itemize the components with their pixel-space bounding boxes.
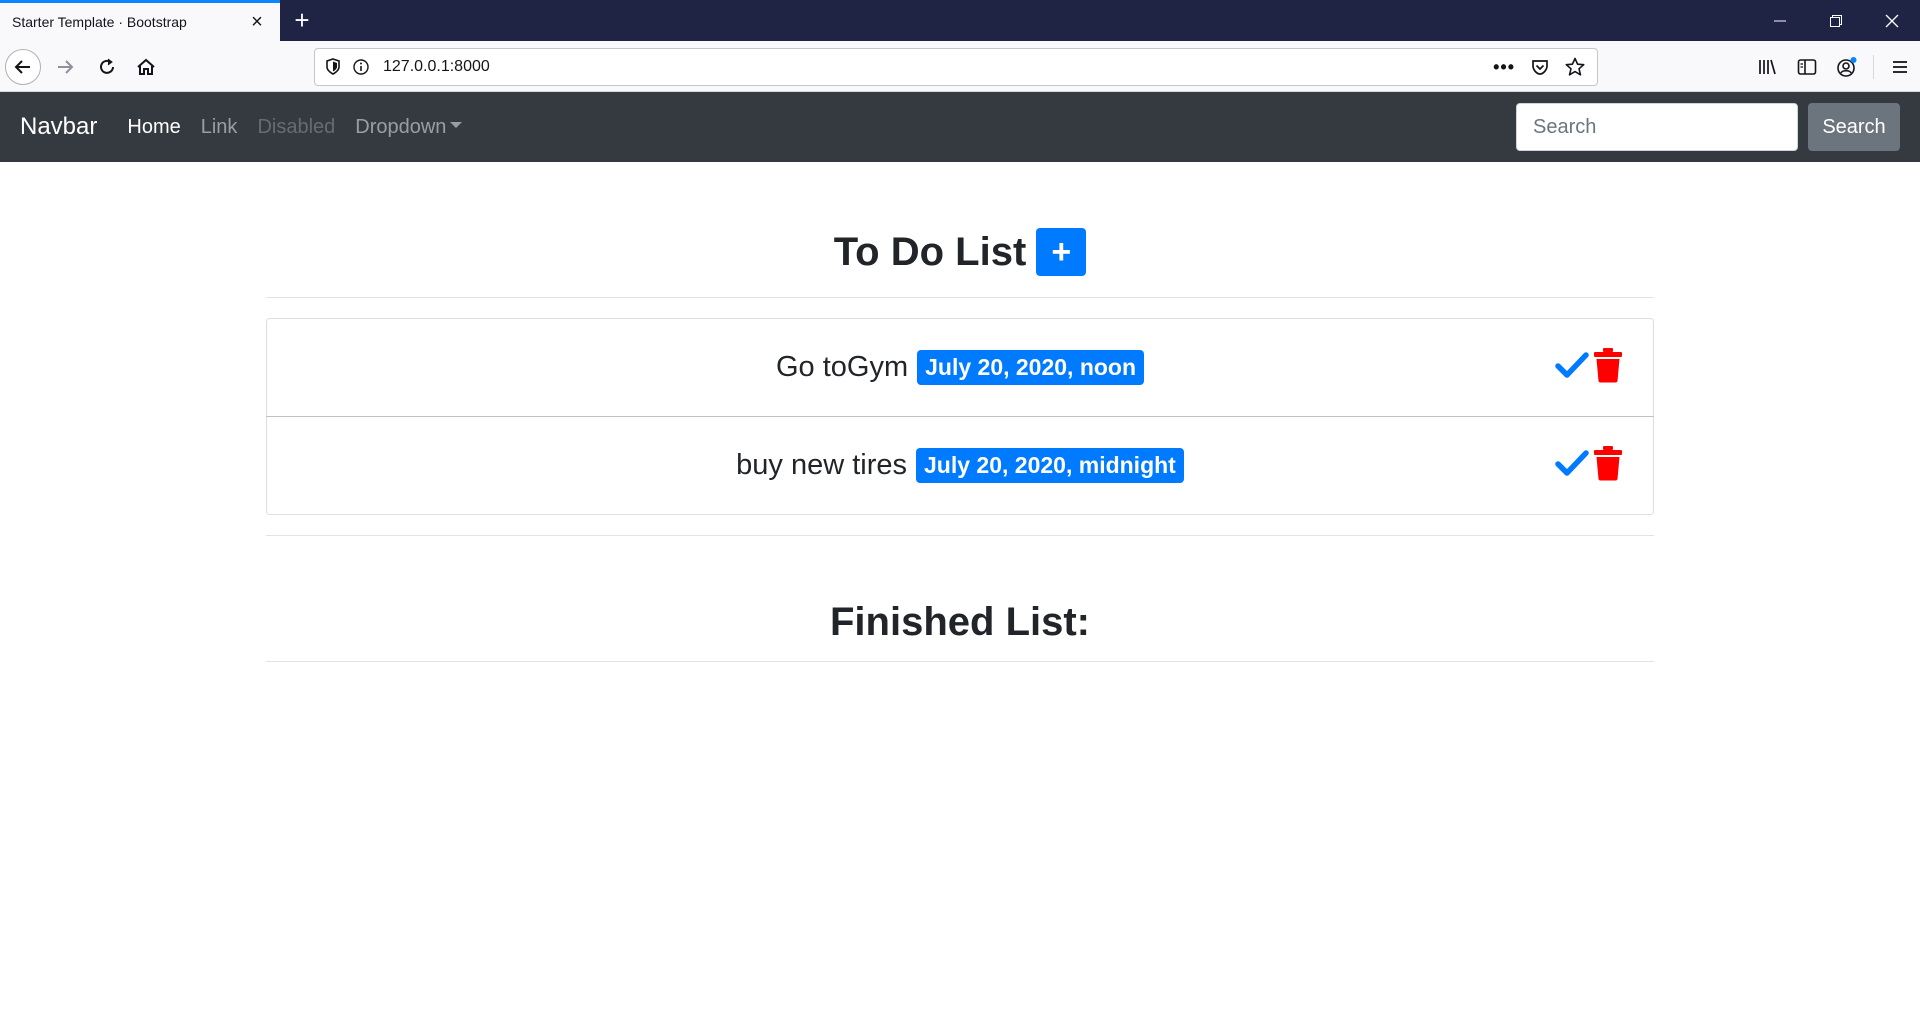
minimize-icon[interactable] xyxy=(1752,0,1808,41)
toolbar-divider xyxy=(1873,55,1874,79)
site-navbar: Navbar Home Link Disabled Dropdown Searc… xyxy=(0,92,1920,162)
reload-button[interactable] xyxy=(89,49,125,85)
browser-tabbar: Starter Template · Bootstrap × + xyxy=(0,0,1920,41)
nav-link-link[interactable]: Link xyxy=(201,116,238,139)
todo-list: Go toGym July 20, 2020, noon buy new tir… xyxy=(266,318,1654,515)
nav-link-disabled: Disabled xyxy=(257,115,336,138)
url-bar[interactable]: 127.0.0.1:8000 ••• xyxy=(314,48,1598,86)
divider xyxy=(266,297,1654,298)
bookmark-star-icon[interactable] xyxy=(1565,57,1585,77)
trash-icon[interactable] xyxy=(1593,347,1623,383)
plus-icon: + xyxy=(1051,232,1072,271)
forward-button[interactable] xyxy=(47,49,83,85)
checkmark-icon[interactable] xyxy=(1555,447,1589,479)
info-icon[interactable] xyxy=(353,59,369,75)
home-icon xyxy=(137,58,155,75)
divider xyxy=(266,535,1654,536)
url-text[interactable]: 127.0.0.1:8000 xyxy=(383,58,1493,76)
todo-item-actions xyxy=(1555,445,1623,481)
nav-dropdown[interactable]: Dropdown xyxy=(355,115,463,139)
nav-link-home[interactable]: Home xyxy=(127,116,180,139)
nav-dropdown-label: Dropdown xyxy=(355,115,447,138)
todo-item: buy new tires July 20, 2020, midnight xyxy=(266,416,1654,515)
todo-heading: To Do List + xyxy=(266,227,1654,277)
main-container: To Do List + Go toGym July 20, 2020, noo… xyxy=(266,162,1654,662)
arrow-left-icon xyxy=(14,60,30,74)
todo-item-text: Go toGym xyxy=(775,351,909,383)
checkmark-icon[interactable] xyxy=(1555,349,1589,381)
todo-item-actions xyxy=(1555,347,1623,383)
tab-title: Starter Template · Bootstrap xyxy=(12,14,187,30)
menu-icon[interactable] xyxy=(1880,49,1920,85)
caret-down-icon xyxy=(450,122,463,129)
restore-icon[interactable] xyxy=(1808,0,1864,41)
todo-item-date-badge: July 20, 2020, midnight xyxy=(916,448,1184,483)
todo-item: Go toGym July 20, 2020, noon xyxy=(266,318,1654,417)
divider xyxy=(266,661,1654,662)
library-icon[interactable] xyxy=(1747,49,1787,85)
navbar-brand[interactable]: Navbar xyxy=(20,113,97,141)
todo-item-text: buy new tires xyxy=(736,449,908,481)
finished-heading: Finished List: xyxy=(830,600,1090,644)
todo-title: To Do List xyxy=(833,229,1027,274)
tab-close-icon[interactable]: × xyxy=(246,12,268,32)
trash-icon[interactable] xyxy=(1593,445,1623,481)
account-icon[interactable] xyxy=(1827,49,1867,85)
shield-icon[interactable] xyxy=(325,58,341,76)
back-button[interactable] xyxy=(5,49,41,85)
sidebar-icon[interactable] xyxy=(1787,49,1827,85)
close-window-icon[interactable] xyxy=(1864,0,1920,41)
browser-toolbar: 127.0.0.1:8000 ••• xyxy=(0,41,1920,92)
add-todo-button[interactable]: + xyxy=(1036,228,1087,276)
more-actions-icon[interactable]: ••• xyxy=(1493,57,1515,78)
home-button[interactable] xyxy=(128,49,164,85)
todo-item-date-badge: July 20, 2020, noon xyxy=(917,350,1145,385)
pocket-icon[interactable] xyxy=(1531,58,1549,76)
search-input[interactable] xyxy=(1516,103,1798,151)
search-button[interactable]: Search xyxy=(1808,103,1900,151)
navbar-search-form: Search xyxy=(1516,103,1900,151)
browser-tab[interactable]: Starter Template · Bootstrap × xyxy=(0,0,280,41)
arrow-right-icon xyxy=(58,60,74,74)
reload-icon xyxy=(100,58,114,74)
new-tab-icon[interactable]: + xyxy=(288,6,316,34)
window-controls xyxy=(1752,0,1920,41)
